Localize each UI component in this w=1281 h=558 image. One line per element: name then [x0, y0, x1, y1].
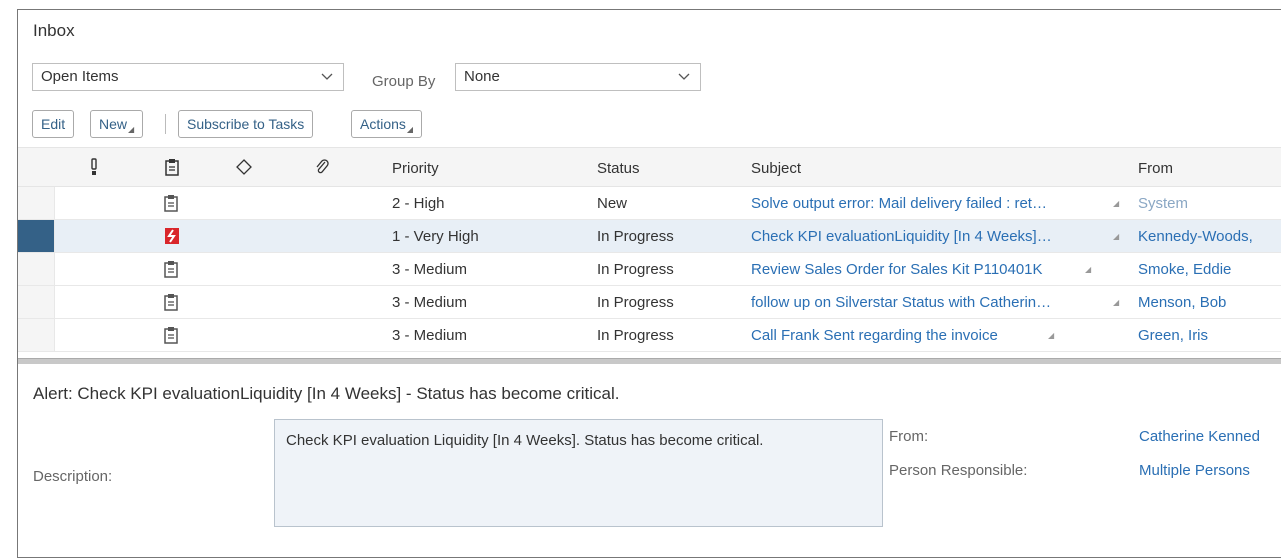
from-label: From: [889, 428, 929, 445]
subscribe-button-label: Subscribe to Tasks [187, 116, 305, 132]
priority-cell: 3 - Medium [392, 294, 468, 311]
from-link[interactable]: Smoke, Eddie [1138, 261, 1231, 278]
toolbar-separator [165, 114, 166, 134]
dropdown-triangle-icon[interactable]: ◢ [1048, 331, 1054, 340]
from-value-link[interactable]: Catherine Kenned [1139, 428, 1260, 445]
chevron-down-icon [678, 73, 690, 80]
subject-link[interactable]: follow up on Silverstar Status with Cath… [751, 294, 1091, 311]
task-icon [164, 294, 178, 311]
task-icon [164, 327, 178, 344]
description-text: Check KPI evaluation Liquidity [In 4 Wee… [274, 419, 883, 527]
status-cell: In Progress [597, 228, 674, 245]
task-icon[interactable] [165, 158, 179, 176]
tag-icon[interactable] [235, 158, 253, 176]
group-by-label: Group By [372, 73, 436, 90]
column-header-from[interactable]: From [1138, 160, 1173, 177]
priority-cell: 3 - Medium [392, 327, 468, 344]
dropdown-triangle-icon[interactable]: ◢ [1085, 265, 1091, 274]
alert-icon [165, 228, 179, 244]
horizontal-scrollbar[interactable] [18, 358, 1281, 364]
subject-link[interactable]: Call Frank Sent regarding the invoice [751, 327, 998, 344]
dropdown-triangle-icon[interactable]: ◢ [1113, 199, 1119, 208]
description-label: Description: [33, 468, 113, 485]
group-by-select[interactable]: None [455, 63, 701, 91]
row-selector[interactable] [18, 220, 55, 252]
from-link[interactable]: Menson, Bob [1138, 294, 1226, 311]
row-selector[interactable] [18, 253, 55, 285]
dropdown-triangle-icon[interactable]: ◢ [1113, 232, 1119, 241]
paperclip-icon[interactable] [314, 158, 330, 176]
person-responsible-label: Person Responsible: [889, 462, 1028, 479]
person-responsible-link[interactable]: Multiple Persons [1139, 462, 1250, 479]
chevron-down-icon [321, 73, 333, 80]
priority-cell: 2 - High [392, 195, 445, 212]
from-link[interactable]: Kennedy-Woods, [1138, 228, 1253, 245]
column-header-status[interactable]: Status [597, 160, 640, 177]
actions-button[interactable]: Actions◢ [351, 110, 423, 138]
status-cell: New [597, 195, 628, 212]
dropdown-triangle-icon[interactable]: ◢ [1113, 298, 1119, 307]
row-selector[interactable] [18, 187, 55, 219]
task-icon [164, 261, 178, 278]
edit-button[interactable]: Edit [32, 110, 75, 138]
actions-button-label: Actions [360, 116, 406, 132]
subject-link[interactable]: Solve output error: Mail delivery failed… [751, 195, 1091, 212]
dropdown-triangle-icon: ◢ [128, 125, 135, 134]
inbox-panel: Inbox Open Items Group By None Edit New◢… [17, 9, 1281, 558]
group-by-value: None [464, 68, 500, 85]
new-button[interactable]: New◢ [90, 110, 144, 138]
table-row[interactable]: 2 - High New Solve output error: Mail de… [18, 187, 1281, 220]
table-row[interactable]: 1 - Very High In Progress Check KPI eval… [18, 220, 1281, 253]
row-selector[interactable] [18, 286, 55, 318]
dropdown-triangle-icon: ◢ [406, 125, 414, 134]
subject-link[interactable]: Review Sales Order for Sales Kit P110401… [751, 261, 1043, 278]
table-header: Priority Status Subject From [18, 147, 1281, 187]
new-button-label: New [99, 116, 128, 132]
priority-cell: 1 - Very High [392, 228, 479, 245]
table-row[interactable]: 3 - Medium In Progress Review Sales Orde… [18, 253, 1281, 286]
column-header-subject[interactable]: Subject [751, 160, 801, 177]
task-icon [164, 195, 178, 212]
view-select[interactable]: Open Items [32, 63, 344, 91]
subject-link[interactable]: Check KPI evaluationLiquidity [In 4 Week… [751, 228, 1091, 245]
exclamation-icon[interactable] [90, 158, 98, 176]
page-title: Inbox [33, 21, 75, 40]
edit-button-label: Edit [41, 116, 66, 132]
column-header-priority[interactable]: Priority [392, 160, 439, 177]
table-row[interactable]: 3 - Medium In Progress Call Frank Sent r… [18, 319, 1281, 352]
table-row[interactable]: 3 - Medium In Progress follow up on Silv… [18, 286, 1281, 319]
from-link[interactable]: Green, Iris [1138, 327, 1208, 344]
from-link[interactable]: System [1138, 195, 1188, 212]
subscribe-to-tasks-button[interactable]: Subscribe to Tasks [178, 110, 314, 138]
alert-title: Alert: Check KPI evaluationLiquidity [In… [33, 384, 620, 403]
row-selector[interactable] [18, 319, 55, 351]
priority-cell: 3 - Medium [392, 261, 468, 278]
view-select-value: Open Items [41, 68, 119, 85]
status-cell: In Progress [597, 294, 674, 311]
status-cell: In Progress [597, 327, 674, 344]
status-cell: In Progress [597, 261, 674, 278]
